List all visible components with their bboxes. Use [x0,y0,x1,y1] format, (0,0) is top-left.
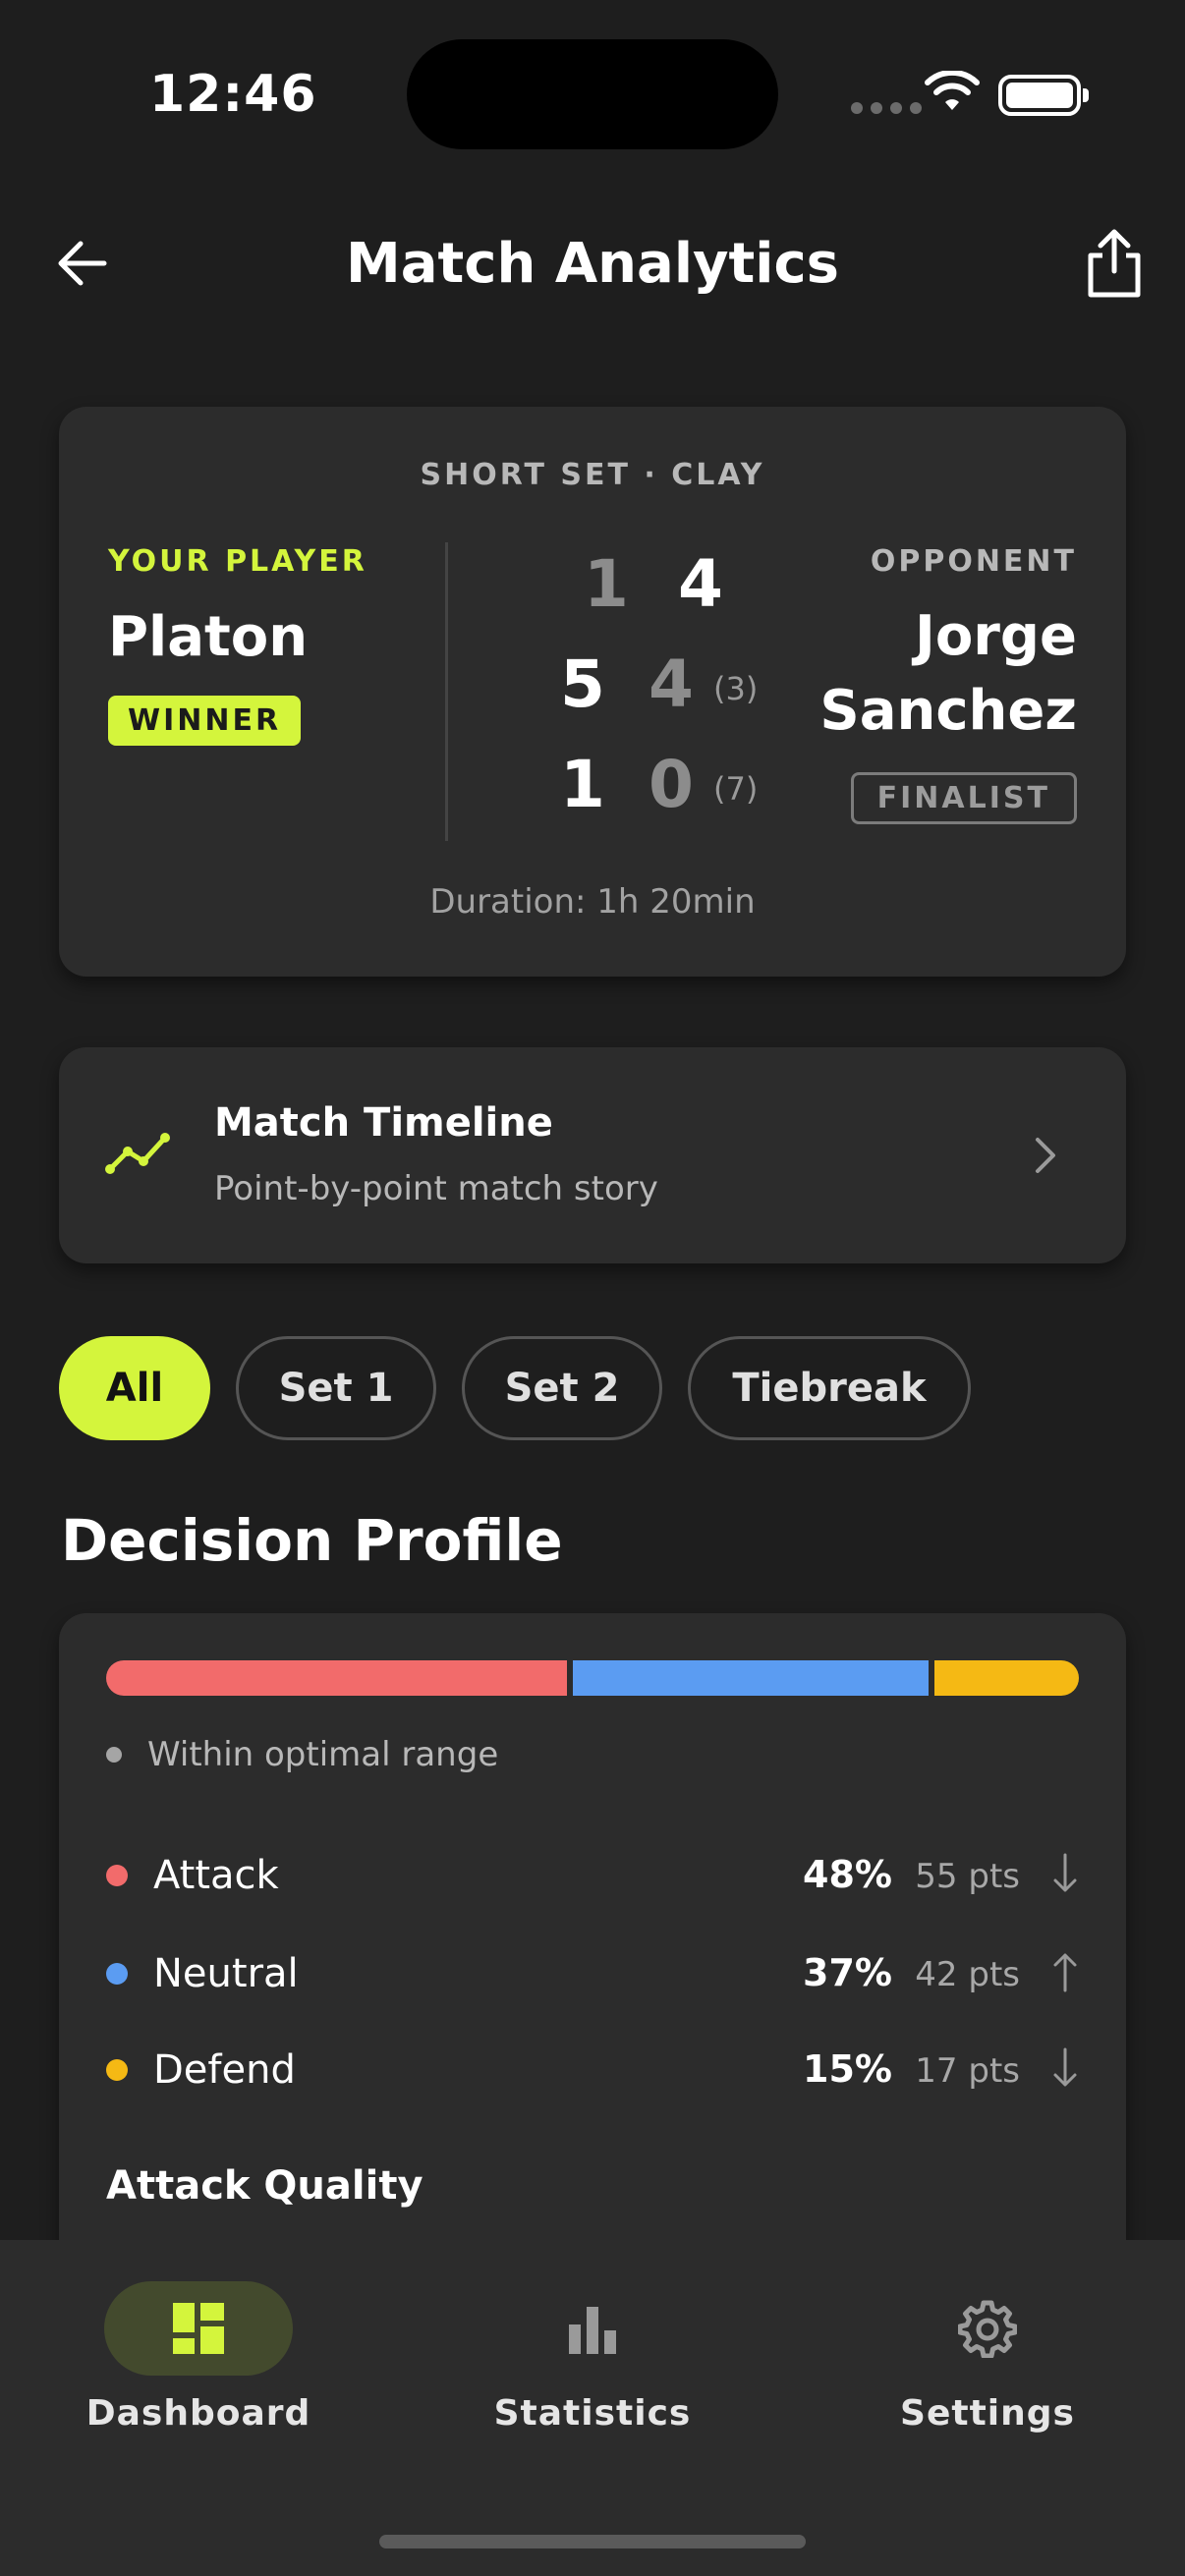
player-name: Platon [108,605,309,669]
attack-quality-title: Attack Quality [106,2163,423,2209]
distribution-segment-neutral [573,1660,930,1696]
gear-icon [958,2300,1017,2358]
timeline-title: Match Timeline [214,1100,553,1146]
battery-icon [998,75,1089,116]
metric-points: 55 pts [915,1857,1020,1896]
tiebreak-score: (3) [713,670,759,707]
tab-label: Statistics [493,2393,692,2434]
neutral-dot-icon [106,1963,128,1985]
range-dot-icon [106,1747,122,1763]
metric-points: 42 pts [915,1955,1020,1994]
chevron-right-icon [1036,1138,1055,1173]
match-format: SHORT SET · CLAY [420,458,765,492]
attack-dot-icon [106,1865,128,1886]
metric-row-attack: Attack 48% 55 pts [106,1845,1079,1904]
match-duration: Duration: 1h 20min [429,882,756,922]
set-score-row: 5 4 (3) [491,646,786,735]
timeline-subtitle: Point-by-point match story [214,1169,658,1208]
chip-tiebreak[interactable]: Tiebreak [688,1336,971,1440]
opponent-set-score: 4 [649,646,694,722]
dynamic-island [407,39,778,149]
finalist-badge: FINALIST [850,772,1077,824]
tab-dashboard[interactable]: Dashboard [51,2281,346,2448]
winner-badge: WINNER [108,696,302,746]
metric-percent: 37% [803,1951,892,1994]
range-note: Within optimal range [106,1735,498,1774]
match-timeline-card[interactable]: Match Timeline Point-by-point match stor… [59,1047,1126,1263]
metric-row-neutral: Neutral 37% 42 pts [106,1943,1079,2002]
defend-dot-icon [106,2059,128,2081]
distribution-bar [106,1660,1079,1696]
your-player-label: YOUR PLAYER [108,544,367,579]
opponent-label: OPPONENT [870,544,1077,579]
dashboard-icon [173,2303,224,2354]
metric-percent: 48% [803,1853,892,1896]
home-indicator [379,2535,806,2548]
metric-name: Neutral [153,1951,299,1996]
score-divider [445,542,448,841]
chip-set-1[interactable]: Set 1 [236,1336,436,1440]
opponent-name: Jorge Sanchez [819,599,1077,749]
distribution-segment-attack [106,1660,568,1696]
opponent-set-score: 4 [678,546,723,622]
set-filter-chips: All Set 1 Set 2 Tiebreak [59,1336,971,1440]
opponent-set-score: 0 [649,747,694,822]
metric-row-defend: Defend 15% 17 pts [106,2040,1079,2099]
metric-name: Attack [153,1853,279,1898]
trend-down-icon [1053,1853,1077,1892]
tab-statistics[interactable]: Statistics [445,2281,740,2448]
trend-down-icon [1053,2047,1077,2087]
set-score-row: 1 4 [491,546,786,635]
bottom-tab-bar: Dashboard Statistics Settings [0,2240,1185,2576]
trend-up-icon [1053,1953,1077,1992]
chip-set-2[interactable]: Set 2 [462,1336,662,1440]
distribution-segment-defend [934,1660,1079,1696]
bar-chart-icon [569,2307,616,2354]
tiebreak-score: (7) [713,770,759,808]
metric-percent: 15% [803,2047,892,2091]
tab-label: Settings [900,2393,1075,2434]
trend-line-icon [105,1133,170,1174]
cellular-signal-icon [851,102,922,114]
player-set-score: 5 [560,646,605,722]
share-icon[interactable] [1085,228,1144,299]
metric-name: Defend [153,2047,296,2093]
page-title: Match Analytics [345,232,840,296]
status-time: 12:46 [149,65,317,124]
metric-points: 17 pts [915,2051,1020,2091]
player-set-score: 1 [584,546,629,622]
range-note-text: Within optimal range [147,1735,499,1774]
opponent-first-name: Jorge [915,604,1077,668]
tab-settings[interactable]: Settings [840,2281,1135,2448]
player-set-score: 1 [560,747,605,822]
wifi-icon [925,71,980,110]
match-score-card: SHORT SET · CLAY YOUR PLAYER Platon WINN… [59,407,1126,977]
opponent-last-name: Sanchez [819,679,1077,743]
tab-label: Dashboard [85,2393,311,2434]
chip-all[interactable]: All [59,1336,210,1440]
section-title: Decision Profile [61,1507,563,1574]
set-score-row: 1 0 (7) [491,747,786,835]
